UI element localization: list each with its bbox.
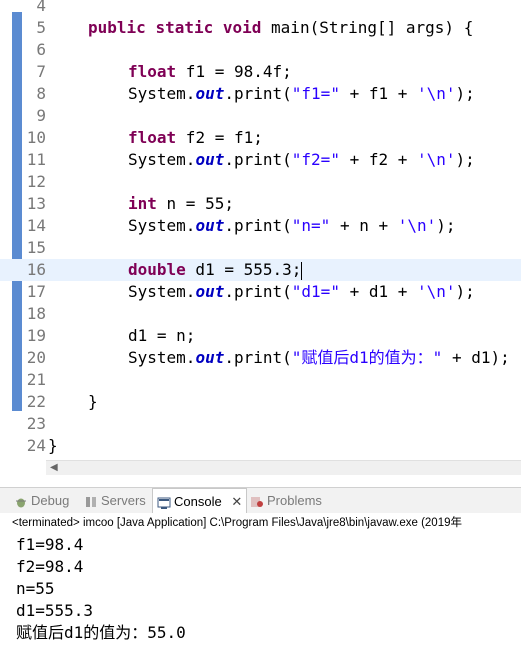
code-line: 23 xyxy=(0,413,521,435)
tab-problems[interactable]: Problems xyxy=(250,488,322,514)
problems-icon xyxy=(251,496,263,507)
line-number: 15 xyxy=(26,238,46,257)
code-line: 5 public static void main(String[] args)… xyxy=(0,17,521,39)
code-text: } xyxy=(48,436,58,455)
code-line: 9 xyxy=(0,105,521,127)
code-line: 8 System.out.print("f1=" + f1 + '\n'); xyxy=(0,83,521,105)
code-line: 18 xyxy=(0,303,521,325)
code-line: 11 System.out.print("f2=" + f2 + '\n'); xyxy=(0,149,521,171)
view-tabs: Debug Servers Console ✕ Problems xyxy=(0,487,521,515)
line-number: 17 xyxy=(26,282,46,301)
tab-label: Problems xyxy=(267,493,322,508)
code-line: 19 d1 = n; xyxy=(0,325,521,347)
line-number: 4 xyxy=(36,0,46,15)
line-number: 22 xyxy=(26,392,46,411)
output-line: n=55 xyxy=(16,579,55,598)
output-line: f2=98.4 xyxy=(16,557,84,576)
code-line: 24 } xyxy=(0,435,521,457)
scroll-left-icon[interactable]: ◀ xyxy=(50,461,58,475)
code-line: 17 System.out.print("d1=" + d1 + '\n'); xyxy=(0,281,521,303)
output-line: f1=98.4 xyxy=(16,535,84,554)
server-icon xyxy=(86,496,96,507)
line-number: 23 xyxy=(26,414,46,433)
line-number: 9 xyxy=(36,106,46,125)
line-number: 5 xyxy=(36,18,46,37)
code-text: public static void main(String[] args) { xyxy=(88,18,474,37)
line-number: 12 xyxy=(26,172,46,191)
horizontal-scrollbar[interactable]: ◀ xyxy=(46,460,521,475)
line-number: 19 xyxy=(26,326,46,345)
line-number: 14 xyxy=(26,216,46,235)
line-number: 6 xyxy=(36,40,46,59)
line-number: 18 xyxy=(26,304,46,323)
line-number: 13 xyxy=(26,194,46,213)
code-line: 15 xyxy=(0,237,521,259)
line-number: 16 xyxy=(26,260,46,279)
line-number: 20 xyxy=(26,348,46,367)
code-line: 21 xyxy=(0,369,521,391)
code-text: float f2 = f1; xyxy=(128,128,263,147)
tab-label: Servers xyxy=(101,493,146,508)
code-line: 22 } xyxy=(0,391,521,413)
line-number: 11 xyxy=(26,150,46,169)
tab-console[interactable]: Console ✕ xyxy=(152,488,248,515)
current-code-line: 16 double d1 = 555.3; xyxy=(0,259,521,281)
bug-icon xyxy=(16,498,26,508)
code-line: 7 float f1 = 98.4f; xyxy=(0,61,521,83)
code-line: 14 System.out.print("n=" + n + '\n'); xyxy=(0,215,521,237)
tab-debug[interactable]: Debug xyxy=(14,488,69,514)
code-text: System.out.print("赋值后d1的值为：" + d1); xyxy=(128,348,510,367)
close-icon[interactable]: ✕ xyxy=(231,494,242,509)
code-text: } xyxy=(88,392,98,411)
console-output[interactable]: f1=98.4 f2=98.4 n=55 d1=555.3 赋值后d1的值为：5… xyxy=(0,533,521,669)
code-text: float f1 = 98.4f; xyxy=(128,62,292,81)
line-number: 8 xyxy=(36,84,46,103)
code-line: 20 System.out.print("赋值后d1的值为：" + d1); xyxy=(0,347,521,369)
code-text: System.out.print("f2=" + f2 + '\n'); xyxy=(128,150,475,169)
console-status: <terminated> imcoo [Java Application] C:… xyxy=(0,513,521,534)
line-number: 10 xyxy=(26,128,46,147)
code-line: 10 float f2 = f1; xyxy=(0,127,521,149)
code-text: System.out.print("f1=" + f1 + '\n'); xyxy=(128,84,475,103)
console-icon xyxy=(157,497,171,509)
code-text: System.out.print("n=" + n + '\n'); xyxy=(128,216,456,235)
tab-label: Debug xyxy=(31,493,70,508)
code-line: 12 xyxy=(0,171,521,193)
output-line: 赋值后d1的值为：55.0 xyxy=(16,623,186,642)
output-line: d1=555.3 xyxy=(16,601,94,620)
code-text: int n = 55; xyxy=(128,194,234,213)
code-text: System.out.print("d1=" + d1 + '\n'); xyxy=(128,282,475,301)
line-number: 7 xyxy=(36,62,46,81)
code-line: 13 int n = 55; xyxy=(0,193,521,215)
code-line: 4 xyxy=(0,0,521,17)
tab-label: Console xyxy=(174,494,222,509)
code-editor[interactable]: 4 5 public static void main(String[] arg… xyxy=(0,0,521,460)
code-text: d1 = n; xyxy=(128,326,196,345)
line-number: 24 xyxy=(26,436,46,455)
text-caret xyxy=(301,261,303,280)
code-text: double d1 = 555.3; xyxy=(128,260,303,280)
code-line: 6 xyxy=(0,39,521,61)
line-number: 21 xyxy=(26,370,46,389)
tab-servers[interactable]: Servers xyxy=(84,488,146,514)
